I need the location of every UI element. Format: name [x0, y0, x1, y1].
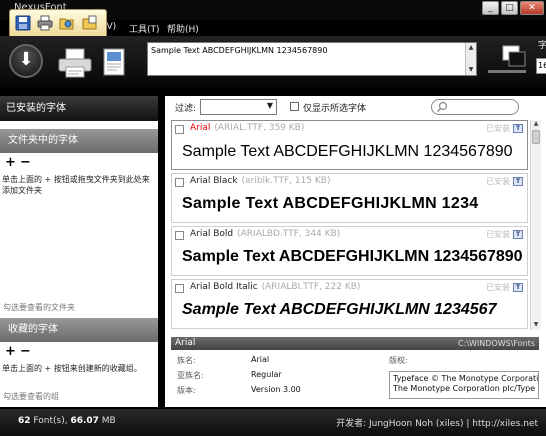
favorites-header[interactable]: 收藏的字体 [0, 318, 158, 342]
scroll-down-icon[interactable]: ▼ [466, 65, 476, 75]
font-size-input[interactable]: 16 [536, 58, 546, 74]
font-name: Arial Bold (ARIALBD.TTF, 344 KB) [190, 229, 341, 239]
scroll-down-icon[interactable]: ▼ [531, 321, 541, 330]
sample-text-scrollbar[interactable]: ▲ ▼ [465, 43, 476, 75]
installed-fonts-header[interactable]: 已安装的字体 [0, 96, 158, 121]
filter-label: 过滤: [175, 104, 197, 114]
folder-help-text: 单击上面的 + 按钮或拖曳文件夹到此处来添加文件夹 [2, 175, 150, 195]
sample-text-input[interactable] [151, 46, 461, 55]
minimize-button[interactable]: _ [482, 1, 499, 15]
download-arrow-icon: ⬇ [18, 49, 34, 70]
folder-hint-text: 勾选要查看的文件夹 [3, 303, 75, 312]
close-button[interactable]: ✕ [520, 1, 544, 15]
truetype-icon: T [513, 283, 523, 292]
only-selected-checkbox[interactable] [290, 102, 299, 111]
font-file-info: (ariblk.TTF, 115 KB) [241, 176, 331, 186]
filter-bar: 过滤: ▼ 仅显示所选字体 [165, 96, 546, 118]
font-sample-preview: Sample Text ABCDEFGHIJKLMN 1234567 [182, 301, 497, 318]
copyright-label: 版权: [389, 356, 408, 365]
font-checkbox[interactable] [175, 284, 184, 293]
printer-icon[interactable] [57, 47, 93, 79]
sample-text-box: ▲ ▼ [147, 42, 477, 76]
installed-status: 已安装 [486, 283, 510, 292]
new-folder-icon[interactable] [82, 15, 98, 31]
only-selected-label: 仅显示所选字体 [303, 104, 367, 114]
installed-status: 已安装 [486, 177, 510, 186]
installed-status: 已安装 [486, 124, 510, 133]
filter-select[interactable]: ▼ [200, 99, 277, 115]
font-name: Arial Black (ariblk.TTF, 115 KB) [190, 176, 331, 186]
remove-folder-button[interactable]: − [20, 155, 35, 170]
font-item-arial-bold-italic[interactable]: Arial Bold Italic (ARIALBI.TTF, 222 KB) 已… [171, 279, 528, 329]
subfamily-label: 亚族名: [177, 371, 204, 380]
details-font-path: C:\WINDOWS\Fonts [458, 339, 535, 348]
save-icon[interactable] [15, 15, 31, 31]
scroll-thumb[interactable] [532, 130, 540, 144]
installed-status: 已安装 [486, 230, 510, 239]
maximize-button[interactable]: □ [501, 1, 518, 15]
font-size-label: 字 [538, 41, 546, 51]
font-checkbox[interactable] [175, 231, 184, 240]
developer-info: 开发者: JungHoon Noh (xiles) | http://xiles… [336, 419, 538, 429]
install-font-button[interactable]: ⬇ [9, 44, 43, 78]
subfamily-value: Regular [251, 370, 282, 379]
font-item-arial-black[interactable]: Arial Black (ariblk.TTF, 115 KB) 已安装 T Sa… [171, 173, 528, 223]
scroll-up-icon[interactable]: ▲ [531, 120, 541, 129]
font-item-arial[interactable]: Arial (ARIAL.TTF, 359 KB) 已安装 T Sample Te… [171, 120, 528, 170]
copyright-text-box[interactable]: Typeface © The Monotype Corporati The Mo… [389, 371, 539, 399]
favorites-help-text: 单击上面的 + 按钮来创建新的收藏组。 [2, 364, 142, 373]
font-sample-preview: Sample Text ABCDEFGHIJKLMN 1234567890 [182, 143, 513, 160]
quick-access-toolbar [9, 9, 107, 38]
truetype-icon: T [513, 124, 523, 133]
font-list: Arial (ARIAL.TTF, 359 KB) 已安装 T Sample Te… [171, 120, 530, 330]
font-file-info: (ARIALBI.TTF, 222 KB) [261, 282, 361, 292]
font-name: Arial (ARIAL.TTF, 359 KB) [190, 123, 305, 133]
family-value: Arial [251, 355, 270, 364]
font-list-scrollbar[interactable]: ▲ ▼ [530, 120, 541, 330]
font-sample-preview: Sample Text ABCDEFGHIJKLMN 1234 [182, 195, 479, 212]
folder-fonts-header[interactable]: 文件夹中的字体 [0, 129, 158, 153]
scroll-up-icon[interactable]: ▲ [466, 43, 476, 53]
open-folder-icon[interactable] [59, 15, 75, 31]
print-icon[interactable] [37, 15, 53, 31]
search-input[interactable] [431, 99, 519, 115]
version-value: Version 3.00 [251, 385, 301, 394]
font-details-panel: Arial C:\WINDOWS\Fonts 族名: Arial 亚族名: Re… [171, 337, 539, 407]
print-preview-icon[interactable] [103, 48, 125, 76]
website-link[interactable]: http://xiles.net [472, 419, 538, 429]
ribbon: ⬇ ▲ ▼ 字 16 [0, 36, 546, 88]
font-item-arial-bold[interactable]: Arial Bold (ARIALBD.TTF, 344 KB) 已安装 T Sa… [171, 226, 528, 276]
details-font-name: Arial [175, 338, 196, 348]
menu-tools[interactable]: 工具(T) [129, 22, 160, 35]
font-file-info: (ARIALBD.TTF, 344 KB) [237, 229, 341, 239]
font-sample-preview: Sample Text ABCDEFGHIJKLMN 1234567890 [182, 248, 523, 265]
folder-add-remove: +− [5, 156, 35, 170]
truetype-icon: T [513, 177, 523, 186]
add-folder-button[interactable]: + [5, 155, 20, 170]
version-label: 版本: [177, 386, 196, 395]
details-header: Arial C:\WINDOWS\Fonts [171, 337, 539, 350]
font-count-status: 62 Font(s), 66.07 MB [18, 416, 116, 426]
main-panel: 过滤: ▼ 仅显示所选字体 Arial (ARIAL.TTF, 359 KB) 已… [165, 96, 546, 407]
sidebar: 已安装的字体 文件夹中的字体 +− 单击上面的 + 按钮或拖曳文件夹到此处来添加… [0, 96, 158, 407]
font-name: Arial Bold Italic (ARIALBI.TTF, 222 KB) [190, 282, 361, 292]
add-favorite-group-button[interactable]: + [5, 344, 20, 359]
font-file-info: (ARIAL.TTF, 359 KB) [214, 123, 305, 133]
font-checkbox[interactable] [175, 125, 184, 134]
font-checkbox[interactable] [175, 178, 184, 187]
favorites-hint-text: 勾选要查看的组 [3, 392, 59, 401]
search-icon [437, 101, 448, 112]
window-controls: _ □ ✕ [480, 1, 544, 15]
menu-help[interactable]: 帮助(H) [167, 22, 199, 35]
remove-favorite-group-button[interactable]: − [20, 344, 35, 359]
family-label: 族名: [177, 356, 196, 365]
chevron-down-icon: ▼ [266, 101, 273, 110]
status-bar: 62 Font(s), 66.07 MB 开发者: JungHoon Noh (… [0, 409, 546, 436]
truetype-icon: T [513, 230, 523, 239]
favorites-add-remove: +− [5, 345, 35, 359]
